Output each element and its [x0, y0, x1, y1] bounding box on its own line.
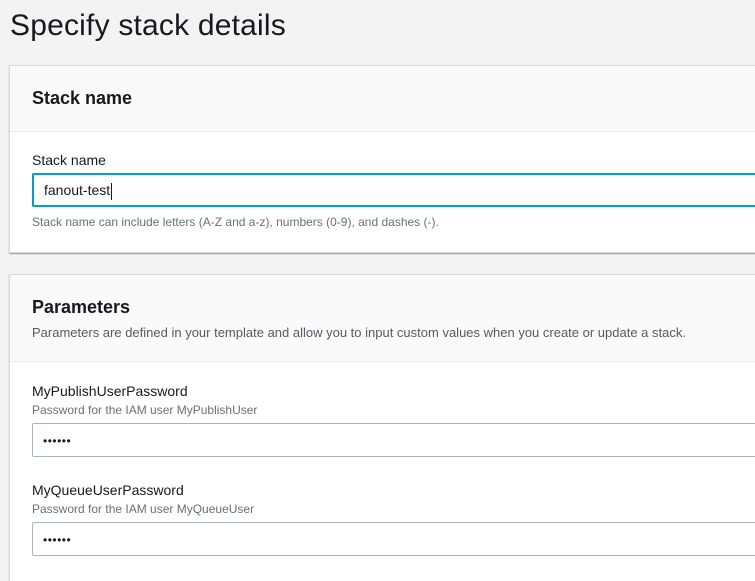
- page: Specify stack details Stack name Stack n…: [0, 0, 755, 581]
- param-label-myqueueuserpassword: MyQueueUserPassword: [32, 482, 184, 498]
- myqueueuserpassword-masked-value: ••••••: [43, 533, 72, 547]
- text-caret: [111, 182, 113, 200]
- param-label-mypublishuserpassword: MyPublishUserPassword: [32, 383, 188, 399]
- myqueueuserpassword-input[interactable]: ••••••: [32, 522, 755, 556]
- stack-name-hint: Stack name can include letters (A-Z and …: [32, 215, 439, 229]
- stack-name-input[interactable]: fanout-test: [32, 173, 755, 207]
- stack-name-panel: Stack name Stack name fanout-test Stack …: [9, 65, 755, 253]
- stack-name-panel-title: Stack name: [32, 88, 133, 108]
- parameters-panel-header: Parameters Parameters are defined in you…: [10, 275, 755, 362]
- mypublishuserpassword-masked-value: ••••••: [43, 434, 72, 448]
- param-description-mypublishuserpassword: Password for the IAM user MyPublishUser: [32, 403, 258, 417]
- stack-name-input-value: fanout-test: [44, 182, 111, 198]
- stack-name-label: Stack name: [32, 152, 106, 168]
- mypublishuserpassword-input[interactable]: ••••••: [32, 423, 755, 457]
- parameters-panel-description: Parameters are defined in your template …: [32, 325, 686, 340]
- parameters-panel: Parameters Parameters are defined in you…: [9, 274, 755, 581]
- stack-name-panel-header: Stack name: [10, 66, 755, 132]
- parameters-panel-title: Parameters: [32, 297, 131, 317]
- param-description-myqueueuserpassword: Password for the IAM user MyQueueUser: [32, 502, 255, 516]
- page-title: Specify stack details: [10, 9, 286, 42]
